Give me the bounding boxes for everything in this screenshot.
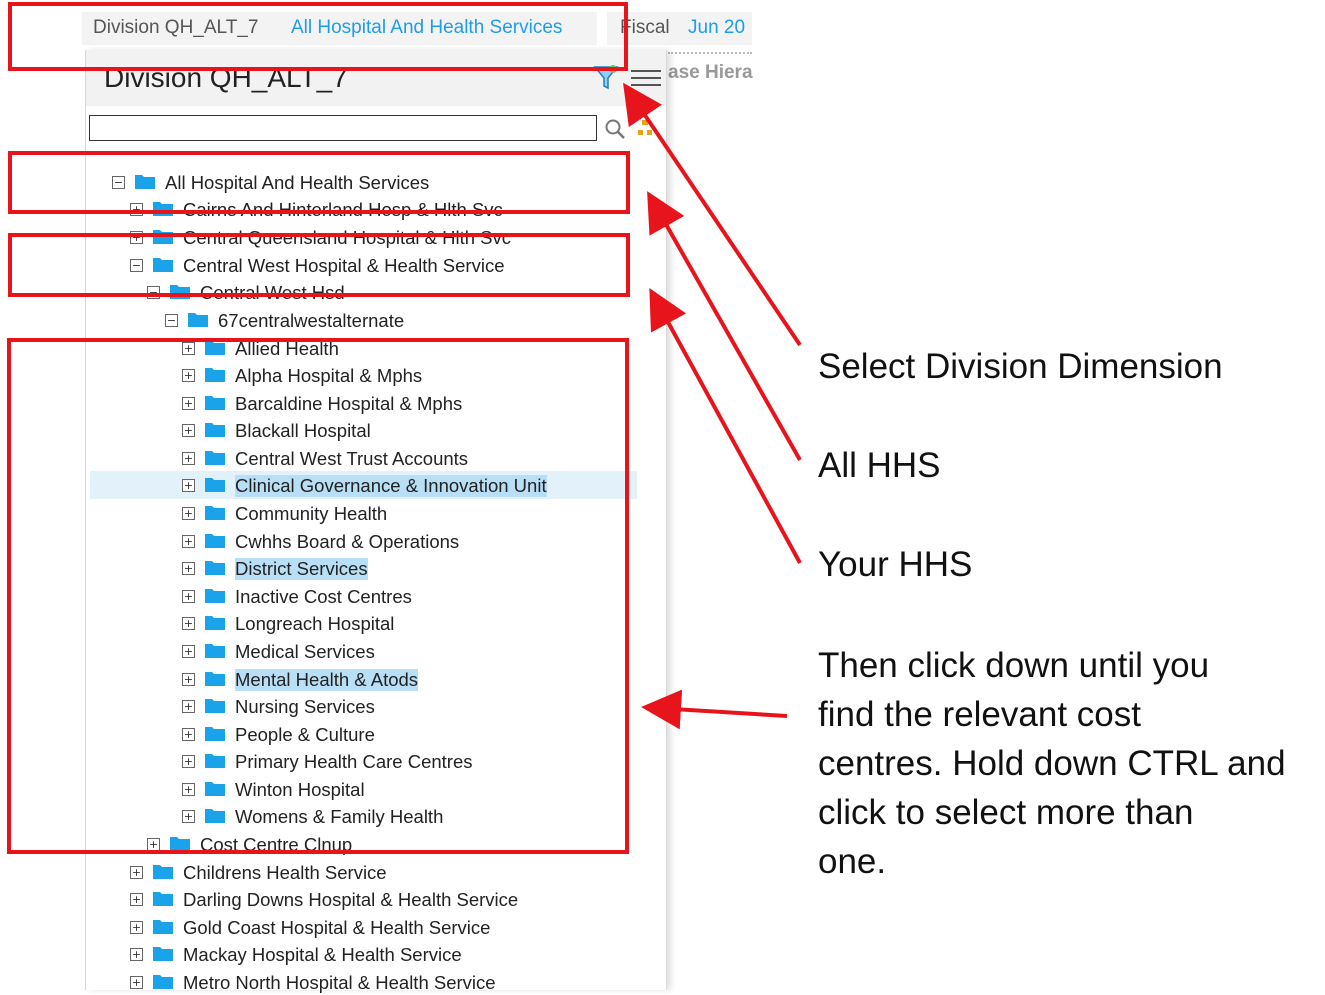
callout-all-hhs: All HHS [818, 446, 941, 485]
callout-your-hhs: Your HHS [818, 545, 973, 584]
instruction-line: click to select more than [818, 793, 1194, 832]
callout-select-division: Select Division Dimension [818, 347, 1223, 386]
instruction-line: Then click down until you [818, 646, 1210, 685]
callout-instructions: Then click down until you find the relev… [818, 641, 1286, 886]
instruction-line: find the relevant cost [818, 695, 1141, 734]
instruction-line: one. [818, 842, 887, 881]
instruction-line: centres. Hold down CTRL and [818, 744, 1286, 783]
